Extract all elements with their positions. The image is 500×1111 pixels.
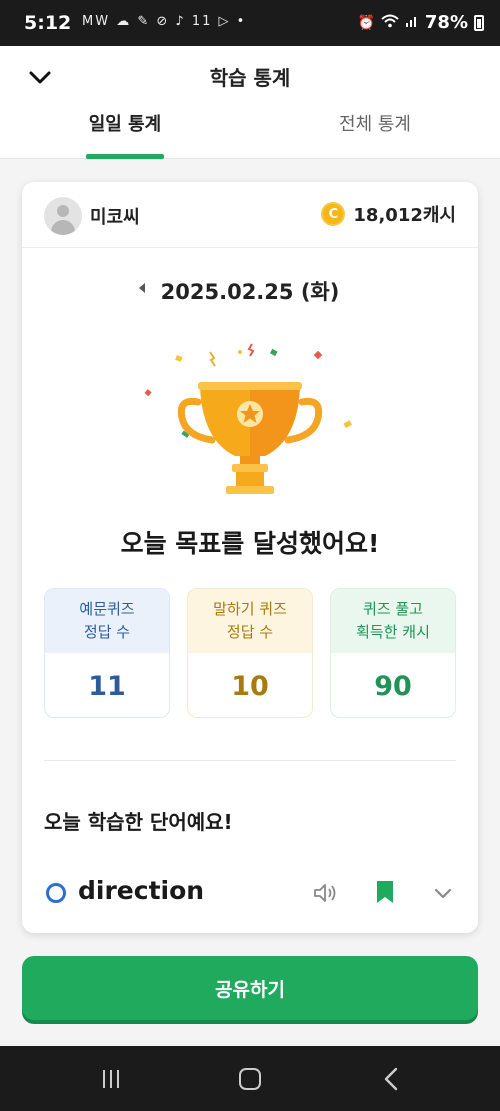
avatar [44,197,82,235]
word-list-item[interactable]: direction [22,876,478,916]
home-button[interactable] [235,1064,265,1094]
chevron-down-icon[interactable] [432,882,454,904]
stat-value: 10 [231,670,269,702]
date-label: 2025.02.25 (화) [160,280,340,304]
status-indicators: ⏰ 78% [357,12,484,33]
stat-label: 말하기 퀴즈 정답 수 [188,589,312,653]
signal-icon [405,14,419,32]
stat-value: 90 [374,670,412,702]
stat-label: 퀴즈 풀고 획득한 캐시 [331,589,455,653]
active-tab-indicator [86,154,164,159]
user-row: 미코씨 C 18,012캐시 [22,182,478,248]
recents-icon [103,1070,119,1088]
status-bar: 5:12 MW ☁ ✎ ⊘ ♪ 11 ▷ • ⏰ 78% [0,0,500,46]
back-button[interactable] [376,1064,406,1094]
username: 미코씨 [90,207,140,228]
system-nav-bar [0,1046,500,1111]
page-title: 학습 통계 [209,66,291,90]
stats-card: 미코씨 C 18,012캐시 2025.02.25 (화) 오늘 목표를 달성했… [22,182,478,933]
tab-daily-stats[interactable]: 일일 통계 [0,110,250,136]
trophy-icon [144,343,352,494]
stat-label: 예문퀴즈 정답 수 [45,589,169,653]
status-time: 5:12 [24,12,72,34]
speaker-icon[interactable] [312,880,338,906]
circle-icon [46,883,66,903]
divider [44,760,456,761]
words-section-title: 오늘 학습한 단어예요! [44,810,233,834]
home-icon [239,1068,261,1090]
stat-value: 11 [88,670,126,702]
battery-percent: 78% [424,12,468,33]
goal-achieved-message: 오늘 목표를 달성했어요! [120,529,380,558]
word-text: direction [78,876,205,905]
tab-total-stats[interactable]: 전체 통계 [250,110,500,136]
earned-cash-stat: 퀴즈 풀고 획득한 캐시 90 [330,588,456,718]
bookmark-icon[interactable] [374,879,396,905]
wifi-icon [381,14,399,32]
notification-icons: MW ☁ ✎ ⊘ ♪ 11 ▷ • [82,14,247,29]
share-button[interactable]: 공유하기 [22,956,478,1020]
example-quiz-stat: 예문퀴즈 정답 수 11 [44,588,170,718]
app-header: 학습 통계 일일 통계 전체 통계 [0,46,500,159]
battery-icon [474,14,484,31]
back-icon [384,1067,398,1091]
coin-icon: C [321,202,346,226]
cash-amount: 18,012캐시 [353,205,456,226]
cash-balance: C 18,012캐시 [321,201,456,227]
alarm-icon: ⏰ [357,14,375,31]
speaking-quiz-stat: 말하기 퀴즈 정답 수 10 [187,588,313,718]
recents-button[interactable] [96,1064,126,1094]
